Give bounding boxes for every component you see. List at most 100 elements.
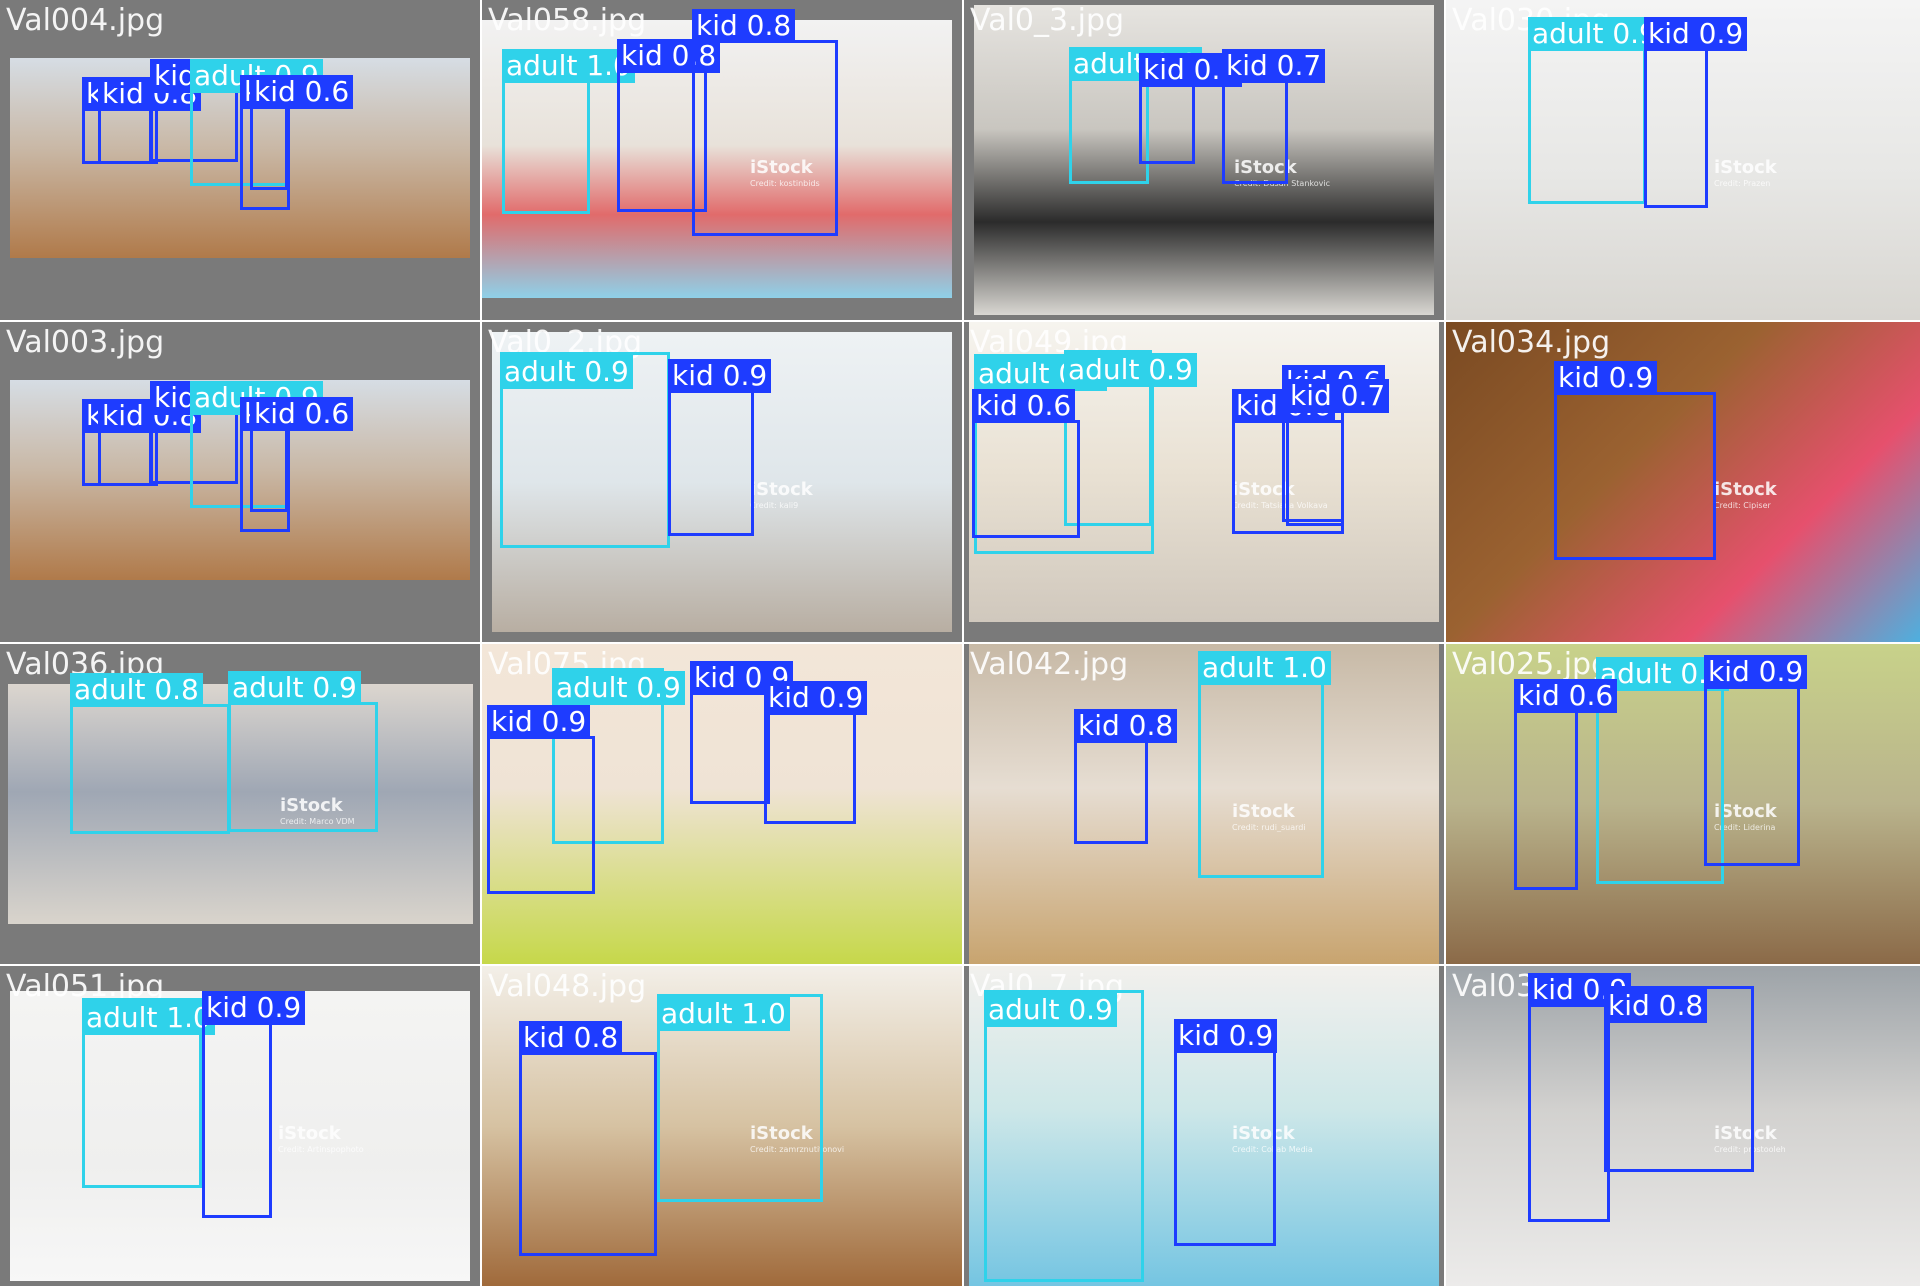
photo [974,5,1434,315]
kid-detection-box: kid 0.9 [202,991,306,1218]
detection-label: kid 0.8 [1604,989,1708,1023]
detection-label: kid 0.6 [250,75,354,109]
mosaic-tile: Val003.jpgkid 0.5kid 0.8kid 0.6adult 0.9… [0,322,480,642]
kid-detection-box: kid 0.8 [1074,709,1178,844]
istock-watermark: iStock Credit: Artinspophoto [278,1123,364,1157]
detection-label: adult 1.0 [82,1001,215,1035]
kid-detection-box: kid 0.8 [519,1021,657,1256]
detection-label: adult 1.0 [1198,651,1331,685]
kid-detection-box: kid 0.8 [1604,986,1754,1172]
kid-detection-box: kid 0.7 [1286,379,1390,526]
detection-label: kid 0.6 [972,389,1076,423]
detection-label: kid 0.9 [1704,655,1808,689]
mosaic-tile: Val058.jpg iStock Credit: kostinbids adult … [482,0,962,320]
mosaic-tile: Val0_2.jpg iStock Credit: kali9 adult 0.9 ki… [482,322,962,642]
detection-label: adult 1.0 [657,997,790,1031]
kid-detection-box: kid 0.8 [692,9,838,236]
kid-detection-box: kid 0.9 [1644,17,1748,208]
mosaic-tile: Val049.jpg iStock Credit: Tatsiana Volkava… [964,322,1444,642]
detection-label: kid 0.8 [1074,709,1178,743]
kid-detection-box: kid 0.9 [1704,655,1808,866]
watermark-logo: iStock [278,1123,341,1144]
adult-detection-box: adult 0.9 [228,671,378,832]
kid-detection-box: kid 0.8 [98,399,202,486]
detection-mosaic: Val004.jpgkid 0.5kid 0.8kid 0.6adult 0.9… [0,0,1920,1286]
adult-detection-box: adult 1.0 [1198,651,1331,878]
watermark-credit: Credit: Artinspophoto [278,1145,364,1154]
detection-label: adult 0.9 [500,355,633,389]
mosaic-tile: Val048.jpg iStock Credit: zamrznutitonovi a… [482,966,962,1286]
kid-detection-box: kid 0.9 [487,705,595,894]
detection-label: kid 0.9 [764,681,868,715]
kid-detection-box: kid 0.6 [1514,679,1618,890]
image-filename: Val025.jpg [1452,647,1611,682]
detection-label: kid 0.9 [1644,17,1748,51]
image-filename: Val058.jpg [488,3,647,38]
watermark-credit: Credit: kali9 [750,501,799,510]
detection-label: kid 0.9 [668,359,772,393]
istock-watermark: iStock Credit: Cipiser [1714,479,1777,513]
mosaic-tile: Val0_7.jpg iStock Credit: Collab Media adul… [964,966,1444,1286]
kid-detection-box: kid 0.9 [1554,361,1716,560]
detection-label: kid 0.8 [519,1021,623,1055]
adult-detection-box: adult 0.8 [70,673,230,834]
mosaic-tile: Val004.jpgkid 0.5kid 0.8kid 0.6adult 0.9… [0,0,480,320]
detection-label: kid 0.6 [1514,679,1618,713]
detection-label: adult 0.9 [984,993,1117,1027]
adult-detection-box: adult 0.9 [984,990,1144,1282]
adult-detection-box: adult 1.0 [82,998,215,1188]
watermark-logo: iStock [750,479,813,500]
kid-detection-box: kid 0.9 [690,661,794,804]
detection-label: kid 0.8 [692,9,796,43]
detection-label: kid 0.9 [487,705,591,739]
adult-detection-box: adult 1.0 [657,994,823,1202]
image-filename: Val034.jpg [1452,325,1611,360]
detection-label: adult 0.9 [552,671,685,705]
mosaic-tile: Val037.jpgiStockCredit: prostoolehkid 0.… [1446,966,1920,1286]
image-filename: Val042.jpg [970,647,1129,682]
mosaic-tile: Val075.jpg adult 0.9 kid 0.9 kid 0.9 kid 0.9 [482,644,962,964]
detection-label: adult 0.9 [228,671,361,705]
adult-detection-box: adult 0.9 [500,352,670,548]
kid-detection-box: kid 0.6 [250,397,354,512]
detection-label: kid 0.9 [1174,1019,1278,1053]
kid-detection-box: kid 0.6 [250,75,354,190]
watermark-logo: iStock [1714,157,1777,178]
mosaic-tile: Val025.jpg iStock Credit: Liderina adult 0.… [1446,644,1920,964]
detection-label: kid 0.7 [1286,379,1390,413]
detection-label: adult 0.8 [70,673,203,707]
kid-detection-box: kid 0.9 [1139,53,1243,164]
kid-detection-box: kid 0.7 [1222,49,1326,184]
kid-detection-box: kid 0.9 [668,359,772,536]
mosaic-tile: Val030.jpgiStockCredit: Prazenadult 0.9k… [1446,0,1920,320]
kid-detection-box: kid 0.9 [764,681,868,824]
mosaic-tile: Val042.jpg iStock Credit: rudi_suardi adult… [964,644,1444,964]
kid-detection-box: kid 0.6 [972,389,1080,538]
istock-watermark: iStock Credit: kali9 [750,479,813,513]
istock-watermark: iStock Credit: Prazen [1714,157,1777,191]
mosaic-tile: Val036.jpg iStock Credit: Marco VDM adult 0… [0,644,480,964]
watermark-credit: Credit: Prazen [1714,179,1771,188]
watermark-logo: iStock [1714,479,1777,500]
mosaic-tile: Val0_3.jpg iStock Credit: Dusan Stankovic a… [964,0,1444,320]
mosaic-tile: Val051.jpg iStock Credit: Artinspophoto adu… [0,966,480,1286]
image-filename: Val003.jpg [6,325,165,360]
adult-detection-box: adult 0.9 [1528,17,1661,204]
adult-detection-box: adult 0.8 [1069,47,1202,184]
detection-label: kid 0.9 [202,991,306,1025]
detection-label: kid 0.6 [250,397,354,431]
kid-detection-box: kid 0.9 [1174,1019,1278,1246]
detection-label: kid 0.7 [1222,49,1326,83]
image-filename: Val048.jpg [488,969,647,1004]
adult-detection-box: adult 1.0 [502,49,635,214]
kid-detection-box: kid 0.9 [1528,973,1632,1222]
kid-detection-box: kid 0.8 [98,77,202,164]
detection-label: adult 1.0 [502,49,635,83]
image-filename: Val004.jpg [6,3,165,38]
mosaic-tile: Val034.jpg iStock Credit: Cipiser kid 0.9 [1446,322,1920,642]
image-filename: Val0_3.jpg [970,3,1125,38]
detection-label: adult 0.9 [1064,353,1197,387]
detection-label: kid 0.9 [1554,361,1658,395]
detection-label: adult 0.9 [1528,17,1661,51]
watermark-credit: Credit: Cipiser [1714,501,1771,510]
